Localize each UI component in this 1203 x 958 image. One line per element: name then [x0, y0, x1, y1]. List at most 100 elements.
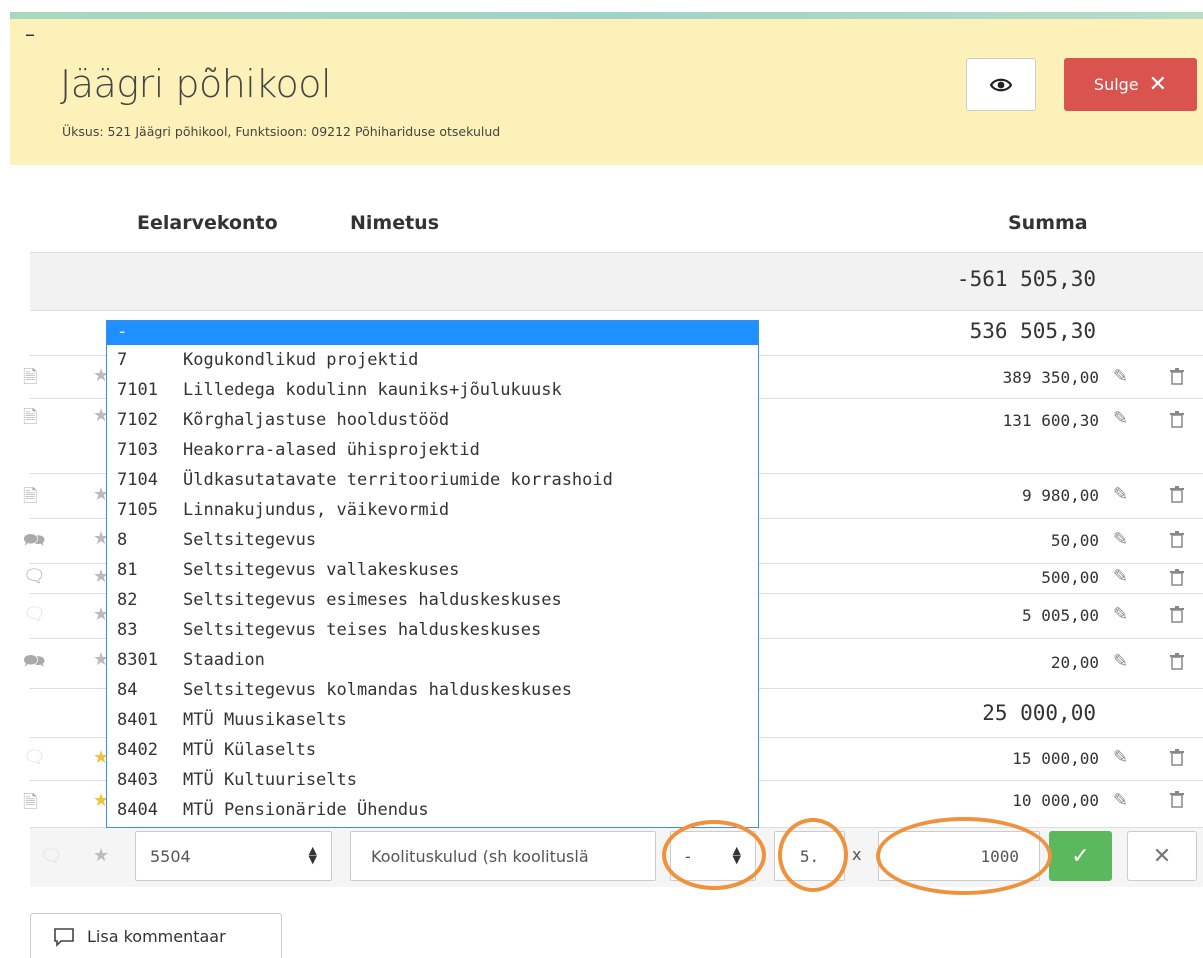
comments-icon[interactable]: 🗪	[23, 649, 45, 679]
column-header-name: Nimetus	[350, 212, 440, 234]
option-code: 7103	[117, 440, 158, 460]
dropdown-option[interactable]: 7103 Heakorra-alased ühisprojektid	[107, 435, 758, 465]
close-button-label: Sulge	[1093, 75, 1139, 94]
dropdown-option[interactable]: 7102 Kõrghaljastuse hooldustööd	[107, 405, 758, 435]
annotation-circle	[876, 817, 1052, 895]
dropdown-option[interactable]: 7101 Lilledega kodulinn kauniks+jõulukuus…	[107, 375, 758, 405]
account-select[interactable]: 5504 ▲ ▼	[135, 831, 332, 881]
dropdown-option[interactable]: 8401 MTÜ Muusikaselts	[107, 705, 758, 735]
option-code: 7104	[117, 470, 158, 490]
name-field[interactable]: Koolituskulud (sh koolituslä	[350, 831, 656, 881]
trash-icon[interactable]	[1170, 531, 1184, 548]
option-code: 7101	[117, 380, 158, 400]
dropdown-option[interactable]: 84 Seltsitegevus kolmandas halduskeskuses	[107, 675, 758, 705]
comment-icon[interactable]: 🗨	[23, 604, 46, 625]
close-icon: ✕	[1148, 72, 1168, 97]
column-header-sum: Summa	[1008, 212, 1088, 234]
trash-icon[interactable]	[1170, 368, 1184, 385]
option-label: Seltsitegevus	[183, 530, 317, 550]
check-icon: ✓	[1071, 843, 1090, 869]
document-icon[interactable]: 🗎	[23, 790, 37, 820]
pencil-icon[interactable]: ✎	[1113, 408, 1128, 429]
row-sum: 131 600,30	[1002, 411, 1099, 430]
row-sum: 20,00	[1050, 653, 1099, 672]
multiply-sign: x	[852, 845, 862, 864]
select-arrows-icon: ▲ ▼	[308, 844, 317, 866]
option-code: 84	[117, 680, 138, 700]
pencil-icon[interactable]: ✎	[1113, 484, 1128, 505]
account-select-value: 5504	[150, 846, 191, 866]
option-code: 7105	[117, 500, 158, 520]
dropdown-option[interactable]: 8403 MTÜ Kultuuriselts	[107, 765, 758, 795]
option-label: Kõrghaljastuse hooldustööd	[183, 410, 450, 430]
comment-icon[interactable]: 🗨	[23, 747, 46, 768]
cancel-button[interactable]: ✕	[1127, 831, 1197, 881]
dropdown-option[interactable]: 82 Seltsitegevus esimeses halduskeskuses	[107, 585, 758, 615]
pencil-icon[interactable]: ✎	[1113, 529, 1128, 550]
document-icon[interactable]: 🗎	[23, 405, 37, 435]
option-code: 8	[117, 530, 128, 550]
dropdown-option[interactable]: 81 Seltsitegevus vallakeskuses	[107, 555, 758, 585]
document-icon[interactable]: 🗎	[23, 365, 37, 395]
option-label: Heakorra-alased ühisprojektid	[183, 440, 480, 460]
comment-icon[interactable]: 🗨	[40, 846, 63, 867]
row-sum: 5 005,00	[1021, 606, 1099, 625]
comment-icon[interactable]: 🗨	[23, 566, 46, 587]
dropdown-option[interactable]: 7104 Üldkasutatavate territooriumide korr…	[107, 465, 758, 495]
trash-icon[interactable]	[1170, 749, 1184, 766]
dropdown-option[interactable]: 83 Seltsitegevus teises halduskeskuses	[107, 615, 758, 645]
row-sum: 15 000,00	[1012, 749, 1099, 768]
comment-icon	[54, 927, 74, 947]
close-button[interactable]: Sulge ✕	[1064, 58, 1197, 111]
row-sum: 25 000,00	[982, 701, 1096, 725]
dropdown-option[interactable]: 7105 Linnakujundus, väikevormid	[107, 495, 758, 525]
comments-icon[interactable]: 🗪	[23, 528, 45, 558]
trash-icon[interactable]	[1170, 653, 1184, 670]
option-code: 82	[117, 590, 138, 610]
star-icon[interactable]: ★	[93, 845, 109, 866]
dropdown-option[interactable]: 8301 Staadion	[107, 645, 758, 675]
dropdown-option[interactable]: 8404 MTÜ Pensionäride Ühendus	[107, 795, 758, 825]
row-sum: 536 505,30	[969, 319, 1096, 343]
confirm-button[interactable]: ✓	[1049, 831, 1112, 881]
option-code: 8404	[117, 800, 158, 820]
trash-icon[interactable]	[1170, 411, 1184, 428]
option-label: Linnakujundus, väikevormid	[183, 500, 450, 520]
trash-icon[interactable]	[1170, 569, 1184, 586]
add-comment-button[interactable]: Lisa kommentaar	[30, 913, 282, 958]
add-comment-label: Lisa kommentaar	[87, 927, 226, 946]
project-dropdown-list[interactable]: - 7 Kogukondlikud projektid 7101 Lilledega …	[106, 320, 759, 828]
option-label: Kogukondlikud projektid	[183, 350, 419, 370]
option-label: Üldkasutatavate territooriumide korrasho…	[183, 470, 613, 490]
pencil-icon[interactable]: ✎	[1113, 366, 1128, 387]
option-label: Staadion	[183, 650, 265, 670]
dropdown-option[interactable]: 7 Kogukondlikud projektid	[107, 345, 758, 375]
row-sum: -561 505,30	[956, 267, 1096, 291]
option-label: Seltsitegevus kolmandas halduskeskuses	[183, 680, 572, 700]
option-label: MTÜ Pensionäride Ühendus	[183, 800, 429, 820]
option-code: 83	[117, 620, 138, 640]
trash-icon[interactable]	[1170, 486, 1184, 503]
row-sum: 500,00	[1041, 568, 1099, 587]
preview-button[interactable]	[966, 58, 1036, 111]
pencil-icon[interactable]: ✎	[1113, 790, 1128, 811]
document-icon[interactable]: 🗎	[23, 484, 37, 514]
option-code: 8403	[117, 770, 158, 790]
pencil-icon[interactable]: ✎	[1113, 747, 1128, 768]
trash-icon[interactable]	[1170, 606, 1184, 623]
option-code: 8401	[117, 710, 158, 730]
option-label: Lilledega kodulinn kauniks+jõulukuusk	[183, 380, 562, 400]
table-row-total: -561 505,30	[30, 252, 1203, 310]
row-sum: 9 980,00	[1021, 486, 1099, 505]
pencil-icon[interactable]: ✎	[1113, 604, 1128, 625]
pencil-icon[interactable]: ✎	[1113, 651, 1128, 672]
row-sum: 50,00	[1050, 531, 1099, 550]
top-accent-bar	[10, 12, 1203, 19]
trash-icon[interactable]	[1170, 791, 1184, 808]
option-label: MTÜ Muusikaselts	[183, 710, 347, 730]
pencil-icon[interactable]: ✎	[1113, 566, 1128, 587]
dropdown-option[interactable]: 8402 MTÜ Külaselts	[107, 735, 758, 765]
option-label: MTÜ Külaselts	[183, 740, 317, 760]
dropdown-option-selected[interactable]: -	[107, 321, 758, 345]
dropdown-option[interactable]: 8 Seltsitegevus	[107, 525, 758, 555]
